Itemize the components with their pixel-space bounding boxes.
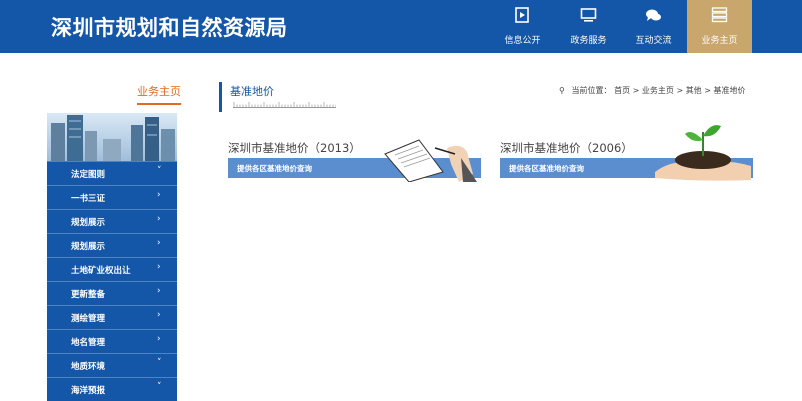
sidebar-item-label: 法定图则 [71,170,106,180]
card-subtitle: 提供各区基准地价查询 [237,164,312,173]
sprout-in-hands-image [655,125,751,181]
sidebar-item-permits[interactable]: 一书三证 › [47,185,177,209]
land-price-card-2013[interactable]: 深圳市基准地价（2013） 提供各区基准地价查询 [228,138,481,182]
sidebar-item-label: 地名管理 [71,338,106,348]
sidebar-item-label: 地质环境 [71,362,106,372]
chevron-down-icon: ˅ [157,166,162,176]
nav-info-public[interactable]: 信息公开 [490,0,555,53]
nav-business-home[interactable]: 业务主页 [687,0,752,53]
city-buildings-image [47,113,177,161]
sidebar-item-label: 土地矿业权出让 [71,266,131,276]
breadcrumb-separator: > [676,86,686,95]
breadcrumb-prefix: 当前位置： [571,86,612,95]
sidebar-item-place-names[interactable]: 地名管理 › [47,329,177,353]
sidebar-item-plan-display-2[interactable]: 规划展示 › [47,233,177,257]
chevron-right-icon: › [157,286,161,296]
sidebar-item-surveying[interactable]: 测绘管理 › [47,305,177,329]
chevron-down-icon: ˅ [157,382,162,392]
nav-label: 互动交流 [635,36,672,46]
breadcrumb-home[interactable]: 首页 [614,86,630,95]
sidebar-item-land-mining-rights[interactable]: 土地矿业权出让 › [47,257,177,281]
breadcrumb: ⚲ 当前位置： 首页 > 业务主页 > 其他 > 基准地价 [559,85,745,96]
card-subtitle: 提供各区基准地价查询 [509,164,584,173]
breadcrumb-business-home[interactable]: 业务主页 [642,86,674,95]
nav-interaction[interactable]: 互动交流 [621,0,686,53]
nav-label: 政务服务 [570,36,607,46]
breadcrumb-other[interactable]: 其他 [686,86,702,95]
title-accent-bar [219,82,222,112]
sidebar-heading[interactable]: 业务主页 [137,83,181,105]
land-price-card-2006[interactable]: 深圳市基准地价（2006） 提供各区基准地价查询 [500,125,753,182]
location-pin-icon: ⚲ [559,86,565,95]
chevron-right-icon: › [157,238,161,248]
chevron-right-icon: › [157,334,161,344]
nav-gov-service[interactable]: 政务服务 [556,0,621,53]
chevron-right-icon: › [157,190,161,200]
chevron-down-icon: ˅ [157,358,162,368]
chevron-right-icon: › [157,214,161,224]
card-title: 深圳市基准地价（2013） [228,141,361,155]
chevron-right-icon: › [157,310,161,320]
nav-label: 业务主页 [701,36,738,46]
sidebar-item-label: 海洋预报 [71,386,106,396]
sidebar-item-geology[interactable]: 地质环境 ˅ [47,353,177,377]
ruler-decoration [233,102,336,108]
sidebar-item-label: 一书三证 [71,194,106,204]
document-icon [515,7,529,23]
breadcrumb-current[interactable]: 基准地价 [713,86,745,95]
monitor-icon [580,8,597,22]
page-title: 基准地价 [230,85,274,98]
sidebar-item-statutory-plan[interactable]: 法定图则 ˅ [47,161,177,185]
sidebar-item-label: 更新整备 [71,290,106,300]
sidebar-item-plan-display[interactable]: 规划展示 › [47,209,177,233]
sidebar-item-label: 测绘管理 [71,314,106,324]
sidebar-item-ocean-forecast[interactable]: 海洋预报 ˅ [47,377,177,401]
chevron-right-icon: › [157,262,161,272]
sidebar-item-label: 规划展示 [71,242,106,252]
sidebar-menu: 法定图则 ˅ 一书三证 › 规划展示 › 规划展示 › 土地矿业权出让 › 更新… [47,161,177,401]
document-signing-image [384,139,477,182]
sidebar-item-label: 规划展示 [71,218,106,228]
breadcrumb-separator: > [632,86,642,95]
card-title: 深圳市基准地价（2006） [500,141,633,155]
chat-bubble-icon [646,9,661,21]
site-title[interactable]: 深圳市规划和自然资源局 [51,12,288,42]
server-stack-icon [711,7,728,23]
nav-label: 信息公开 [504,36,541,46]
top-header: 深圳市规划和自然资源局 信息公开 政务服务 互动交流 业务主页 [0,0,802,53]
sidebar-item-renewal[interactable]: 更新整备 › [47,281,177,305]
